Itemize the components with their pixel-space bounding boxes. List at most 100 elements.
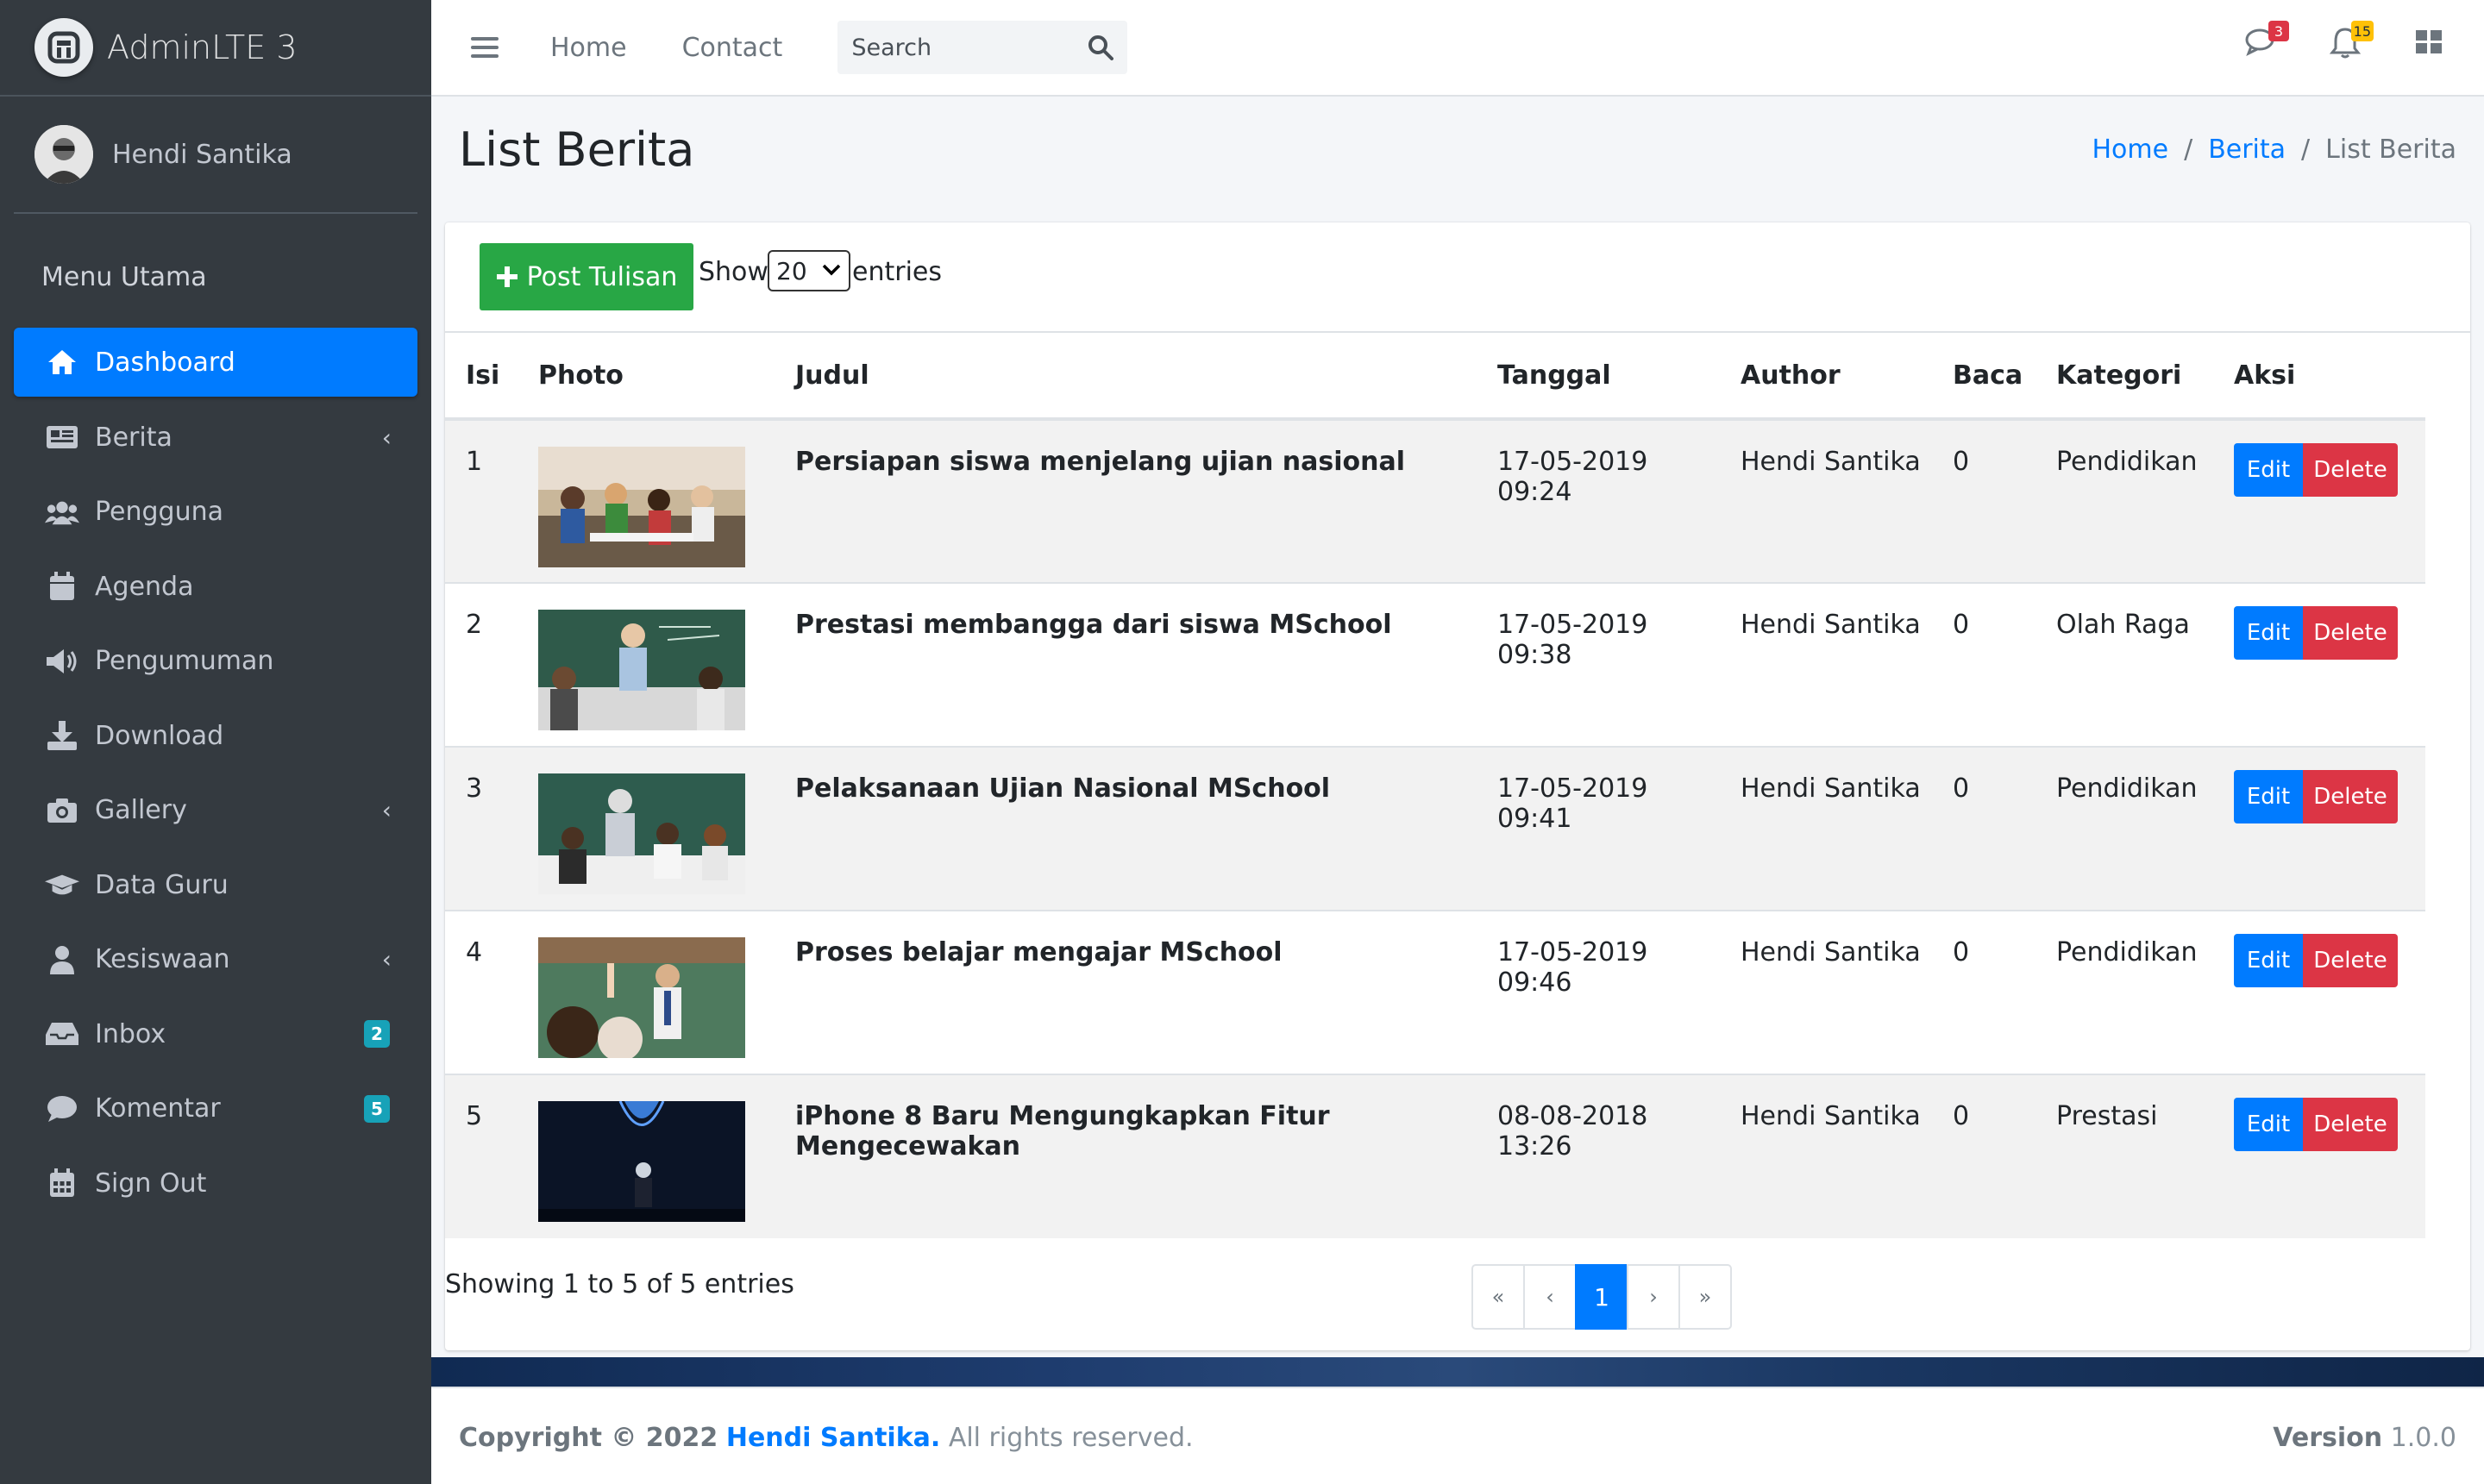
megaphone-icon — [45, 644, 79, 679]
row-photo — [518, 1074, 775, 1238]
row-actions: Edit Delete — [2213, 1074, 2425, 1238]
copyright-author-link[interactable]: Hendi Santika. — [726, 1423, 940, 1453]
sidebar-item-download[interactable]: Download — [14, 698, 417, 773]
pagination: « ‹ 1 › » — [1471, 1264, 1732, 1330]
adminlte-logo — [34, 18, 93, 77]
menu-header: Menu Utama — [41, 262, 207, 292]
row-author: Hendi Santika — [1720, 582, 1932, 747]
page-next-button[interactable]: › — [1627, 1264, 1680, 1330]
row-tanggal: 17-05-2019 09:38 — [1477, 582, 1720, 747]
row-tanggal: 17-05-2019 09:24 — [1477, 418, 1720, 583]
top-navbar: Home Contact 3 15 — [431, 0, 2484, 97]
messages-dropdown[interactable]: 3 — [2244, 21, 2289, 62]
camera-icon — [45, 793, 79, 828]
nav-link-home[interactable]: Home — [550, 33, 627, 63]
breadcrumb-current: List Berita — [2325, 135, 2456, 165]
col-tanggal[interactable]: Tanggal — [1477, 333, 1720, 421]
page-last-button[interactable]: » — [1678, 1264, 1732, 1330]
sidebar-item-label: Berita — [95, 422, 172, 453]
row-judul[interactable]: Pelaksanaan Ujian Nasional MSchool — [775, 746, 1477, 911]
delete-button[interactable]: Delete — [2303, 1098, 2398, 1151]
delete-button[interactable]: Delete — [2303, 770, 2398, 823]
chevron-left-icon: ‹ — [381, 796, 392, 825]
col-judul[interactable]: Judul — [775, 333, 1477, 421]
row-baca: 0 — [1932, 1074, 2036, 1238]
breadcrumb: Home / Berita / List Berita — [2092, 135, 2456, 165]
col-baca[interactable]: Baca — [1932, 333, 2036, 421]
delete-button[interactable]: Delete — [2303, 934, 2398, 987]
nav-link-contact[interactable]: Contact — [682, 33, 783, 63]
page-title: List Berita — [459, 122, 695, 177]
row-judul[interactable]: iPhone 8 Baru Mengungkapkan Fitur Mengec… — [775, 1074, 1477, 1238]
hamburger-menu-icon[interactable] — [471, 32, 499, 63]
row-author: Hendi Santika — [1720, 418, 1932, 583]
calendar-grid-icon — [45, 1166, 79, 1200]
notifications-badge: 15 — [2350, 21, 2374, 41]
user-panel[interactable]: Hendi Santika — [14, 97, 417, 214]
home-icon — [45, 345, 79, 379]
col-photo[interactable]: Photo — [518, 333, 775, 421]
comment-icon — [45, 1092, 79, 1126]
sidebar-item-label: Pengguna — [95, 497, 223, 528]
page-current-button[interactable]: 1 — [1575, 1264, 1628, 1330]
row-author: Hendi Santika — [1720, 1074, 1932, 1238]
version-info: Version 1.0.0 — [2273, 1423, 2456, 1453]
col-aksi[interactable]: Aksi — [2213, 333, 2425, 421]
news-photo-students — [538, 447, 745, 567]
table-row: 2 Prestasi membangga dari siswa MSchool … — [445, 582, 2425, 747]
sidebar-item-label: Pengumuman — [95, 646, 274, 677]
sidebar-item-label: Agenda — [95, 571, 194, 602]
row-judul[interactable]: Proses belajar mengajar MSchool — [775, 910, 1477, 1074]
page-first-button[interactable]: « — [1471, 1264, 1525, 1330]
sidebar-item-kesiswaan[interactable]: Kesiswaan ‹ — [14, 923, 417, 998]
download-icon — [45, 718, 79, 753]
sidebar-item-dashboard[interactable]: Dashboard — [14, 328, 417, 397]
row-photo — [518, 746, 775, 911]
col-kategori[interactable]: Kategori — [2036, 333, 2213, 421]
edit-button[interactable]: Edit — [2234, 1098, 2303, 1151]
post-tulisan-button[interactable]: Post Tulisan — [480, 243, 693, 310]
breadcrumb-separator: / — [2301, 135, 2311, 165]
sidebar-item-berita[interactable]: Berita ‹ — [14, 400, 417, 475]
search-input[interactable] — [851, 34, 1076, 61]
col-author[interactable]: Author — [1720, 333, 1932, 421]
sidebar-item-gallery[interactable]: Gallery ‹ — [14, 773, 417, 848]
sidebar-item-data-guru[interactable]: Data Guru — [14, 848, 417, 923]
table-row: 1 Persiapan siswa menjelang ujian nasion… — [445, 418, 2425, 583]
row-number: 4 — [445, 910, 518, 1074]
page-prev-button[interactable]: ‹ — [1523, 1264, 1577, 1330]
sidebar-item-sign-out[interactable]: Sign Out — [14, 1146, 417, 1221]
row-judul[interactable]: Prestasi membangga dari siswa MSchool — [775, 582, 1477, 747]
brand-link[interactable]: AdminLTE 3 — [0, 0, 431, 97]
row-number: 1 — [445, 418, 518, 583]
apps-grid-icon[interactable] — [2413, 26, 2450, 62]
sidebar-item-label: Kesiswaan — [95, 944, 230, 975]
breadcrumb-home[interactable]: Home — [2092, 135, 2168, 165]
sidebar-item-komentar[interactable]: Komentar 5 — [14, 1072, 417, 1147]
entries-select[interactable]: 20 — [768, 250, 850, 291]
col-isi[interactable]: Isi — [445, 333, 518, 421]
chevron-left-icon: ‹ — [381, 945, 392, 974]
notifications-dropdown[interactable]: 15 — [2329, 21, 2374, 62]
chevron-down-icon — [821, 257, 842, 289]
table-header-row: Isi Photo Judul Tanggal Author Baca Kate… — [445, 333, 2425, 421]
sidebar-item-pengumuman[interactable]: Pengumuman — [14, 624, 417, 699]
sidebar-item-agenda[interactable]: Agenda — [14, 549, 417, 624]
calendar-icon — [45, 569, 79, 604]
delete-button[interactable]: Delete — [2303, 443, 2398, 497]
edit-button[interactable]: Edit — [2234, 934, 2303, 987]
edit-button[interactable]: Edit — [2234, 606, 2303, 660]
row-tanggal: 17-05-2019 09:41 — [1477, 746, 1720, 911]
delete-button[interactable]: Delete — [2303, 606, 2398, 660]
row-judul[interactable]: Persiapan siswa menjelang ujian nasional — [775, 418, 1477, 583]
row-actions: Edit Delete — [2213, 746, 2425, 911]
edit-button[interactable]: Edit — [2234, 770, 2303, 823]
sidebar-item-pengguna[interactable]: Pengguna — [14, 475, 417, 550]
row-kategori: Olah Raga — [2036, 582, 2213, 747]
sidebar-item-label: Sign Out — [95, 1168, 207, 1199]
edit-button[interactable]: Edit — [2234, 443, 2303, 497]
sidebar-item-inbox[interactable]: Inbox 2 — [14, 997, 417, 1072]
search-icon[interactable] — [1088, 34, 1114, 64]
breadcrumb-berita[interactable]: Berita — [2208, 135, 2286, 165]
row-number: 2 — [445, 582, 518, 747]
